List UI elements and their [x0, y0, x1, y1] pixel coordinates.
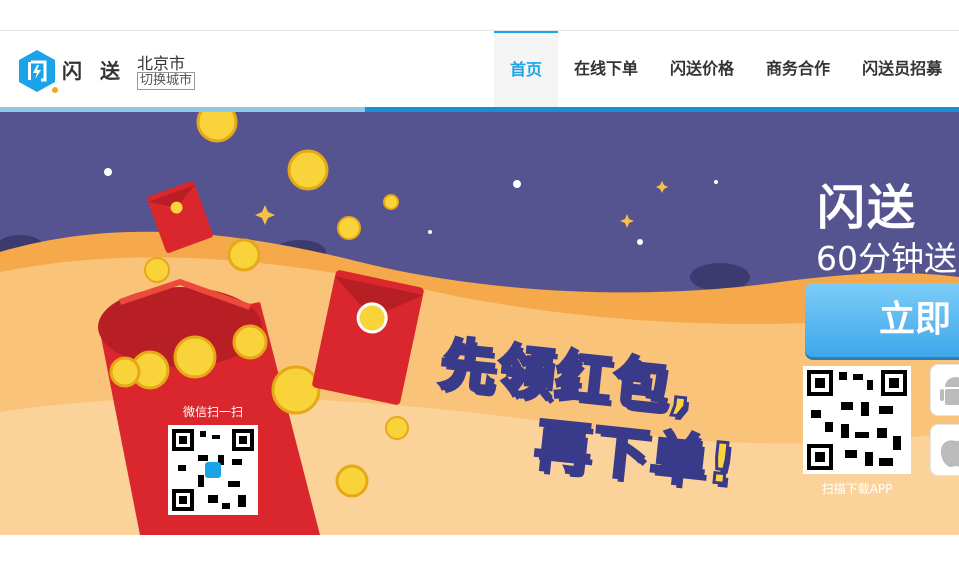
brand-title: 闪送 — [817, 180, 918, 236]
wechat-scan-label: 微信扫一扫 — [182, 405, 243, 419]
qr-code-icon — [807, 370, 907, 470]
switch-city-button[interactable]: 切换城市 — [137, 72, 196, 90]
top-utility-bar — [0, 0, 959, 31]
apple-icon — [941, 440, 959, 467]
promo-banner[interactable]: 先领红包, 再下单! 微信扫一扫 闪送 60分钟送 立即 扫描下载APP — [0, 112, 959, 535]
brand-subtitle: 60分钟送 — [816, 239, 957, 278]
order-now-button[interactable]: 立即 — [805, 283, 959, 357]
page-bottom-area — [0, 535, 959, 566]
nav-item-business[interactable]: 商务合作 — [750, 31, 846, 107]
app-download-qr-code — [803, 366, 911, 474]
android-download-button[interactable] — [930, 364, 959, 416]
shansong-logo-icon[interactable] — [16, 48, 58, 98]
current-city: 北京市 — [137, 54, 186, 73]
main-nav: 首页 在线下单 闪送价格 商务合作 闪送员招募 — [494, 31, 958, 107]
android-icon — [940, 377, 959, 405]
nav-item-courier-recruit[interactable]: 闪送员招募 — [846, 31, 958, 107]
nav-item-pricing[interactable]: 闪送价格 — [654, 31, 750, 107]
wechat-qr-code — [168, 425, 258, 515]
nav-item-home[interactable]: 首页 — [494, 31, 559, 107]
nav-item-online-order[interactable]: 在线下单 — [558, 31, 654, 107]
ios-download-button[interactable] — [930, 424, 959, 476]
qr-code-icon — [172, 429, 254, 511]
logo-text: 闪送 — [62, 59, 138, 83]
app-scan-label: 扫描下载APP — [821, 482, 893, 496]
